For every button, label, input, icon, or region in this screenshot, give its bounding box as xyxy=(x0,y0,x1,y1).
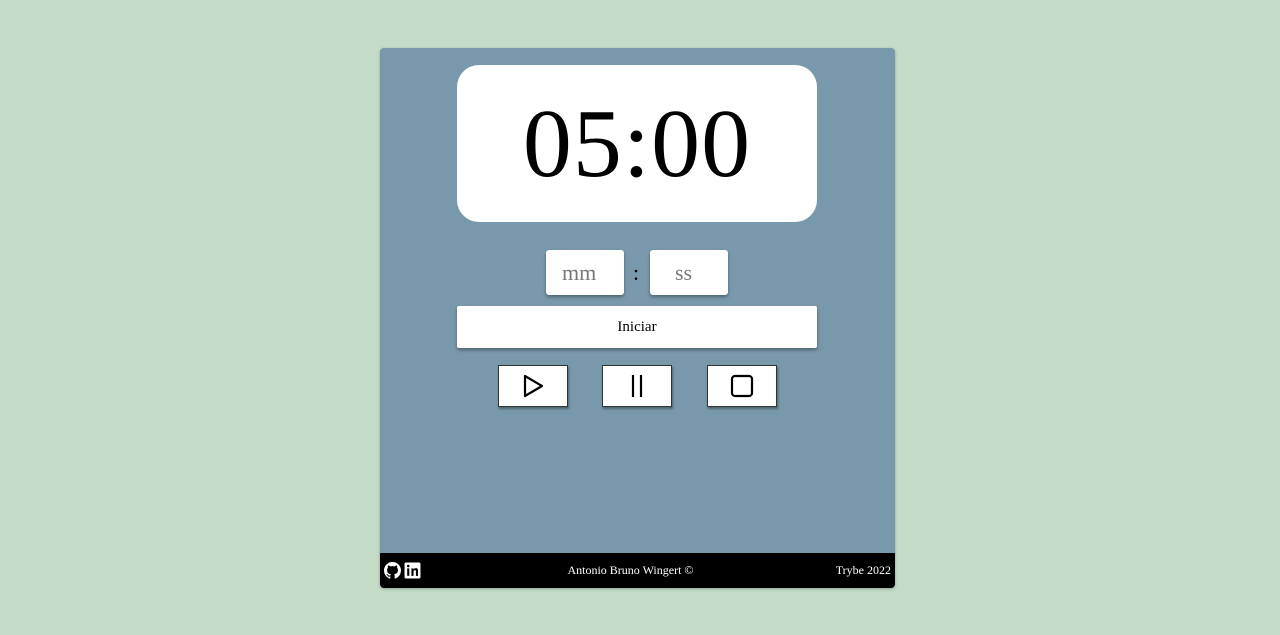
footer-brand: Trybe 2022 xyxy=(835,563,891,577)
play-button[interactable] xyxy=(498,365,568,407)
timer-display: 05:00 xyxy=(457,65,817,222)
time-separator: : xyxy=(633,260,640,285)
pause-icon xyxy=(631,375,643,397)
timer-value: 05:00 xyxy=(522,89,752,198)
timer-card: 05:00 : Iniciar A xyxy=(380,48,895,588)
footer: Antonio Bruno Wingert © Trybe 2022 xyxy=(380,553,895,588)
stop-icon xyxy=(730,374,754,398)
pause-button[interactable] xyxy=(602,365,672,407)
seconds-input[interactable] xyxy=(650,250,728,295)
play-icon xyxy=(523,374,544,398)
stop-button[interactable] xyxy=(707,365,777,407)
minutes-input[interactable] xyxy=(546,250,624,295)
footer-author: Antonio Bruno Wingert © xyxy=(567,563,694,577)
start-button[interactable]: Iniciar xyxy=(457,306,817,348)
